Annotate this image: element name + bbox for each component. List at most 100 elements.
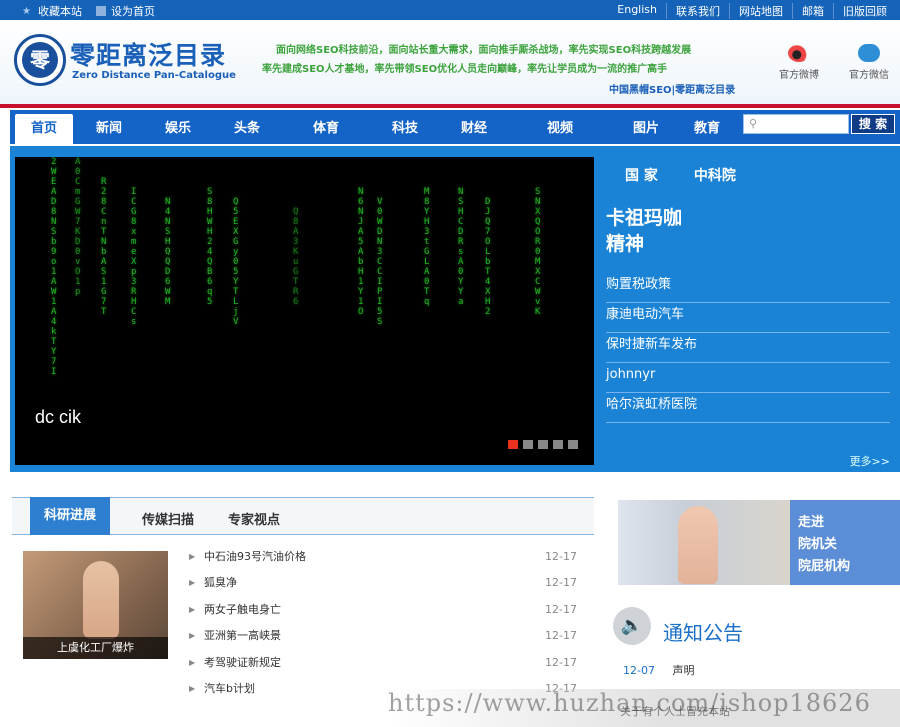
matrix-rain-column: NSHCDRsA0YYa: [458, 187, 464, 307]
matrix-rain-column: ICG8xmeXp3RHCs: [131, 187, 137, 327]
photo-figure: [678, 506, 718, 584]
logo-subtitle: Zero Distance Pan-Catalogue: [72, 70, 236, 81]
home-icon: [96, 6, 106, 16]
top-utility-bar: ★ 收藏本站 设为首页 English 联系我们 网站地图 邮箱 旧版回顾: [0, 0, 900, 20]
side-tab-country[interactable]: 国 家: [625, 165, 658, 185]
list-item[interactable]: 哈尔滨虹桥医院: [606, 393, 890, 423]
logo-title[interactable]: 零距离泛目录: [70, 36, 226, 72]
side-tab-academy[interactable]: 中科院: [694, 165, 736, 185]
matrix-rain-column: 2WEAD8NSb9o1AW1A4kTY7I: [51, 157, 57, 377]
nav-tab-news[interactable]: 新闻: [82, 110, 136, 144]
feature-link[interactable]: 院屁机构: [798, 556, 900, 578]
news-feature-image[interactable]: 上虞化工厂爆炸: [23, 551, 168, 659]
hero-slideshow[interactable]: 2WEAD8NSb9o1AW1A4kTY7I A0CmGW7KD0vO1p R2…: [15, 157, 594, 465]
news-tabbar: 科研进展 传媒扫描 专家视点: [12, 497, 594, 535]
list-item[interactable]: johnnyr: [606, 363, 890, 393]
matrix-rain-column: R28CnTNbAS1G7T: [101, 177, 107, 317]
nav-tab-home[interactable]: 首页: [15, 114, 73, 144]
slogan-line-3: 中国黑帽SEO|零距离泛目录: [609, 85, 736, 96]
triangle-right-icon: ▶: [189, 578, 196, 588]
search-icon: ⚲: [749, 117, 758, 130]
list-item[interactable]: 购置税政策: [606, 273, 890, 303]
tab-media-scan[interactable]: 传媒扫描: [142, 509, 194, 528]
matrix-rain-column: DJQ7OLbT4XH2: [485, 197, 491, 317]
slide-dot-5[interactable]: [568, 440, 578, 449]
main-nav: 首页 新闻 娱乐 头条 体育 科技 财经 视频 图片 教育 ⚲ 搜 索: [10, 110, 900, 144]
tab-expert-view[interactable]: 专家视点: [228, 509, 280, 528]
official-wechat-link[interactable]: 官方微信: [839, 44, 899, 81]
matrix-rain-column: V0WDN3CCIPI5S: [377, 197, 383, 327]
hero-headline[interactable]: 卡祖玛咖 精神: [606, 205, 890, 257]
matrix-rain-column: A0CmGW7KD0vO1p: [75, 157, 81, 297]
site-header: 零 零距离泛目录 Zero Distance Pan-Catalogue 面向网…: [0, 20, 900, 104]
mail-link[interactable]: 邮箱: [792, 3, 833, 19]
search-box: ⚲: [743, 114, 849, 134]
nav-tab-headlines[interactable]: 头条: [220, 110, 274, 144]
matrix-rain-column: N6NJA5AbH1Y1O: [358, 187, 364, 317]
old-version-link[interactable]: 旧版回顾: [833, 3, 896, 19]
slide-dot-1[interactable]: [508, 440, 518, 449]
list-item[interactable]: 保时捷新车发布: [606, 333, 890, 363]
nav-tab-video[interactable]: 视频: [533, 110, 587, 144]
slide-caption[interactable]: dc cik: [35, 407, 81, 428]
triangle-right-icon: ▶: [189, 604, 196, 614]
matrix-rain-column: M8YH3tGLA0Tq: [424, 187, 430, 307]
matrix-rain-column: S8HWH24QB6q5: [207, 187, 213, 307]
matrix-rain-column: Q8A3KuGTR6: [293, 207, 299, 307]
list-item[interactable]: ▶ 亚洲第一高峡景 12-17: [189, 623, 577, 649]
hero-side-panel: 国 家 中科院 卡祖玛咖 精神 购置税政策 康迪电动汽车 保时捷新车发布 joh…: [606, 157, 890, 468]
list-item[interactable]: 康迪电动汽车: [606, 303, 890, 333]
photo-figure: [83, 561, 119, 639]
search-button[interactable]: 搜 索: [851, 114, 895, 134]
nav-tab-sports[interactable]: 体育: [299, 110, 353, 144]
contact-link[interactable]: 联系我们: [666, 3, 729, 19]
slide-dot-3[interactable]: [538, 440, 548, 449]
matrix-rain-column: Q5EXGy05YTLjV: [233, 197, 239, 327]
set-homepage-link[interactable]: 设为首页: [96, 3, 155, 19]
header-divider: [0, 104, 900, 108]
speaker-icon: 🔈: [613, 607, 651, 645]
matrix-rain-column: N4NSHQQD6WM: [165, 197, 171, 307]
english-link[interactable]: English: [608, 3, 666, 19]
feature-links: 走进 院机关 院屁机构: [790, 500, 900, 585]
list-item[interactable]: ▶ 考驾驶证新规定 12-17: [189, 650, 577, 676]
nav-tab-tech[interactable]: 科技: [378, 110, 432, 144]
nav-tab-entertainment[interactable]: 娱乐: [151, 110, 205, 144]
notice-item[interactable]: 12-07 声明: [623, 662, 694, 678]
slide-indicators: [508, 440, 578, 449]
nav-tab-pictures[interactable]: 图片: [619, 110, 673, 144]
feature-image[interactable]: [618, 500, 790, 585]
triangle-right-icon: ▶: [189, 683, 196, 693]
news-list: ▶ 中石油93号汽油价格 12-17 ▶ 狐臭净 12-17 ▶ 两女子触电身亡…: [189, 544, 577, 702]
news-image-caption: 上虞化工厂爆炸: [23, 637, 168, 659]
bookmark-site-link[interactable]: ★ 收藏本站: [22, 3, 82, 19]
watermark: https://www.huzhan.com/ishop18626 关于有个人士…: [388, 689, 900, 727]
tab-research-progress[interactable]: 科研进展: [30, 497, 111, 535]
triangle-right-icon: ▶: [189, 657, 196, 667]
star-icon: ★: [22, 5, 31, 17]
slide-dot-2[interactable]: [523, 440, 533, 449]
triangle-right-icon: ▶: [189, 552, 196, 561]
hero-section: 2WEAD8NSb9o1AW1A4kTY7I A0CmGW7KD0vO1p R2…: [10, 146, 900, 472]
nav-tab-finance[interactable]: 财经: [447, 110, 501, 144]
slide-dot-4[interactable]: [553, 440, 563, 449]
list-item[interactable]: ▶ 中石油93号汽油价格 12-17: [189, 544, 577, 570]
wechat-icon: [858, 44, 880, 62]
search-input[interactable]: [764, 115, 844, 133]
nav-tab-education[interactable]: 教育: [680, 110, 734, 144]
logo-mark: 零: [22, 42, 58, 78]
notice-title[interactable]: 通知公告: [663, 617, 743, 646]
list-item[interactable]: ▶ 狐臭净 12-17: [189, 570, 577, 596]
weibo-icon: [788, 44, 810, 62]
feature-link[interactable]: 院机关: [798, 534, 900, 556]
triangle-right-icon: ▶: [189, 631, 196, 641]
list-item[interactable]: ▶ 两女子触电身亡 12-17: [189, 597, 577, 623]
official-weibo-link[interactable]: 官方微博: [769, 44, 829, 81]
hero-link-list: 购置税政策 康迪电动汽车 保时捷新车发布 johnnyr 哈尔滨虹桥医院: [606, 273, 890, 423]
logo-emblem[interactable]: 零: [14, 34, 66, 86]
more-link[interactable]: 更多>>: [850, 453, 890, 469]
feature-link[interactable]: 走进: [798, 512, 900, 534]
matrix-rain-column: SNXQOR0MXCWvK: [535, 187, 541, 317]
sitemap-link[interactable]: 网站地图: [729, 3, 792, 19]
slogan-line-2: 率先建成SEO人才基地，率先带领SEO优化人员走向巅峰，率先让学员成为一流的推广…: [262, 64, 668, 75]
